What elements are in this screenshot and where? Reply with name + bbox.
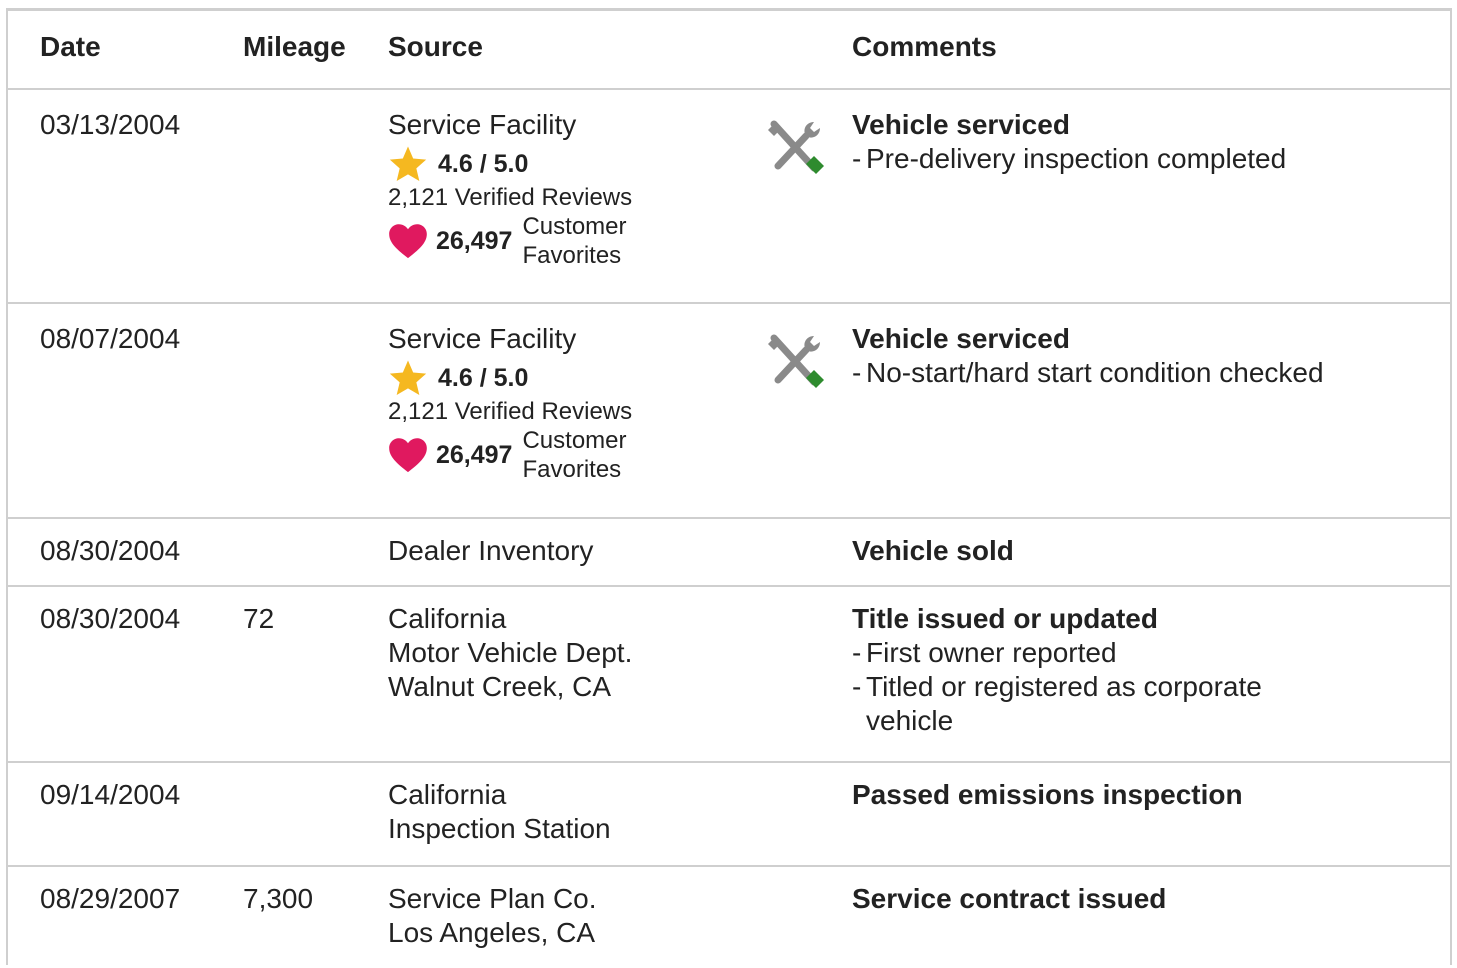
table-row: 08/30/2004 72 California Motor Vehicle D… — [8, 587, 1450, 763]
column-header-comments: Comments — [852, 31, 997, 62]
verified-reviews: 2,121 Verified Reviews — [388, 184, 633, 211]
source-name[interactable]: Service Facility — [388, 322, 632, 356]
row-comments: Vehicle serviced - No-start/hard start co… — [852, 322, 1432, 390]
source-line: Inspection Station — [388, 813, 611, 844]
favorites-count: 26,497 — [436, 227, 513, 255]
table-row: 08/29/2007 7,300 Service Plan Co. Los An… — [8, 867, 1450, 968]
comment-detail-continued: vehicle — [852, 704, 1432, 738]
row-comments: Title issued or updated - First owner rep… — [852, 602, 1432, 738]
row-comments: Vehicle serviced - Pre-delivery inspectio… — [852, 108, 1432, 176]
source-line: Dealer Inventory — [388, 535, 594, 566]
comment-detail-text: Titled or registered as corporate — [866, 671, 1262, 702]
row-date: 08/30/2004 — [40, 603, 181, 634]
star-icon — [389, 360, 427, 395]
row-date: 03/13/2004 — [40, 109, 181, 140]
rating-value: 4.6 / 5.0 — [438, 364, 529, 392]
comment-detail: - Pre-delivery inspection completed — [852, 143, 1287, 174]
source-line: Los Angeles, CA — [388, 917, 596, 948]
comment-title: Passed emissions inspection — [852, 779, 1243, 810]
comment-detail-text: No-start/hard start condition checked — [866, 357, 1324, 388]
row-mileage: 72 — [243, 603, 275, 634]
customer-favorites: 26,497 Customer Favorites — [388, 212, 632, 270]
customer-favorites: 26,497 Customer Favorites — [388, 426, 632, 484]
row-comments: Passed emissions inspection — [852, 778, 1432, 812]
source-line: Service Plan Co. — [388, 883, 597, 914]
table-row: 03/13/2004 Service Facility 4.6 / 5.0 2,… — [8, 90, 1450, 304]
comment-title: Vehicle sold — [852, 535, 1014, 566]
service-tools-icon — [768, 120, 824, 174]
verified-reviews: 2,121 Verified Reviews — [388, 398, 633, 425]
comment-detail-text: Pre-delivery inspection completed — [866, 143, 1287, 174]
rating-value: 4.6 / 5.0 — [438, 150, 529, 178]
source-line: Walnut Creek, CA — [388, 671, 612, 702]
comment-detail-text: vehicle — [866, 705, 954, 736]
column-header-mileage: Mileage — [243, 31, 346, 62]
row-source: Service Plan Co. Los Angeles, CA — [388, 882, 597, 950]
row-date: 08/30/2004 — [40, 535, 181, 566]
row-date: 08/07/2004 — [40, 323, 181, 354]
favorites-label: Customer Favorites — [522, 426, 626, 484]
favorites-label-line-1: Customer — [522, 213, 627, 240]
row-comments: Service contract issued — [852, 882, 1432, 916]
comment-detail: - No-start/hard start condition checked — [852, 357, 1324, 388]
favorites-label-line-2: Favorites — [522, 456, 622, 483]
comment-title: Vehicle serviced — [852, 109, 1070, 140]
row-source: Service Facility 4.6 / 5.0 2,121 Verifie… — [388, 322, 632, 484]
table-header-row: Date Mileage Source Comments — [8, 11, 1450, 90]
row-source: Service Facility 4.6 / 5.0 2,121 Verifie… — [388, 108, 632, 270]
comment-title: Service contract issued — [852, 883, 1167, 914]
heart-icon — [389, 438, 427, 473]
column-header-date: Date — [40, 31, 101, 62]
favorites-label-line-1: Customer — [522, 427, 627, 454]
favorites-count: 26,497 — [436, 441, 513, 469]
favorites-label-line-2: Favorites — [522, 242, 622, 269]
table-row: 08/07/2004 Service Facility 4.6 / 5.0 2,… — [8, 304, 1450, 519]
source-line: Motor Vehicle Dept. — [388, 637, 633, 668]
comment-detail: - First owner reported — [852, 637, 1117, 668]
comment-detail: - Titled or registered as corporate — [852, 671, 1262, 702]
star-icon — [389, 146, 427, 181]
comment-title: Vehicle serviced — [852, 323, 1070, 354]
source-name[interactable]: Service Facility — [388, 108, 632, 142]
row-source: California Motor Vehicle Dept. Walnut Cr… — [388, 602, 632, 704]
favorites-label: Customer Favorites — [522, 212, 626, 270]
comment-title: Title issued or updated — [852, 603, 1158, 634]
row-date: 09/14/2004 — [40, 779, 181, 810]
source-line: California — [388, 603, 507, 634]
comment-detail-text: First owner reported — [866, 637, 1117, 668]
table-row: 09/14/2004 California Inspection Station… — [8, 763, 1450, 867]
row-comments: Vehicle sold — [852, 534, 1432, 568]
service-tools-icon — [768, 334, 824, 388]
row-source: Dealer Inventory — [388, 534, 593, 568]
source-line: California — [388, 779, 507, 810]
rating: 4.6 / 5.0 — [388, 358, 632, 398]
vehicle-history-table: Date Mileage Source Comments 03/13/2004 … — [6, 8, 1452, 965]
table-row: 08/30/2004 Dealer Inventory Vehicle sold — [8, 519, 1450, 587]
rating: 4.6 / 5.0 — [388, 144, 632, 184]
row-mileage: 7,300 — [243, 883, 314, 914]
column-header-source: Source — [388, 31, 483, 62]
row-source: California Inspection Station — [388, 778, 611, 846]
row-date: 08/29/2007 — [40, 883, 181, 914]
heart-icon — [389, 224, 427, 259]
